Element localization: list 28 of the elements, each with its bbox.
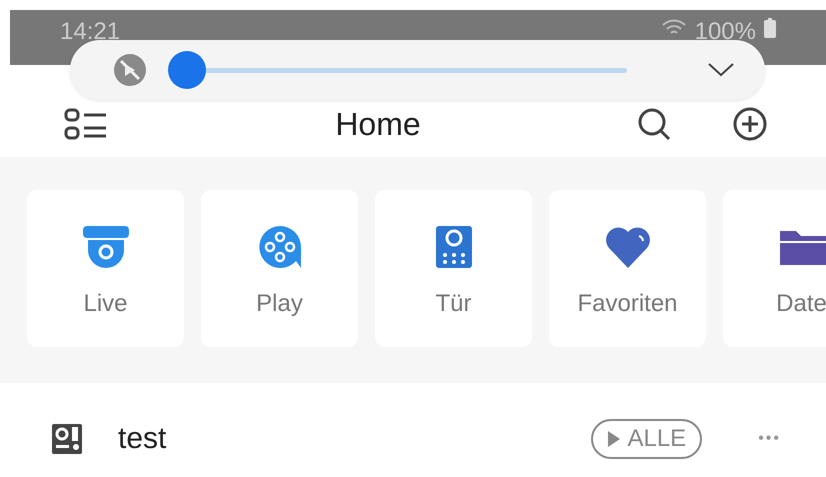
add-icon[interactable] <box>732 106 768 142</box>
play-icon <box>607 430 622 448</box>
shortcut-label: Play <box>256 290 303 318</box>
shortcut-card[interactable]: Live <box>27 190 184 347</box>
more-button[interactable]: ••• <box>758 430 781 448</box>
play-all-button[interactable]: ALLE <box>591 419 702 459</box>
search-icon[interactable] <box>636 106 672 142</box>
intercom-device-icon <box>52 424 82 454</box>
intercom-icon <box>434 224 474 270</box>
camera-icon <box>80 224 130 270</box>
chevron-down-icon[interactable] <box>707 62 735 78</box>
status-time: 14:21 <box>60 18 120 46</box>
battery-icon <box>764 18 776 38</box>
shortcut-card[interactable]: Play <box>201 190 358 347</box>
shortcut-card[interactable]: Date <box>723 190 826 347</box>
shortcut-label: Live <box>83 290 128 318</box>
shortcut-card[interactable]: Favoriten <box>549 190 706 347</box>
mute-icon[interactable] <box>112 52 148 88</box>
shortcut-label: Favoriten <box>577 290 678 318</box>
volume-thumb[interactable] <box>168 51 206 89</box>
shortcut-label: Tür <box>436 290 472 318</box>
shortcut-label: Date <box>776 290 826 318</box>
battery-level: 100% <box>694 18 756 46</box>
volume-slider[interactable] <box>168 51 627 89</box>
device-name: test <box>118 422 166 456</box>
reel-icon <box>256 224 302 270</box>
shortcut-card[interactable]: Tür <box>375 190 532 347</box>
page-title: Home <box>334 106 422 142</box>
